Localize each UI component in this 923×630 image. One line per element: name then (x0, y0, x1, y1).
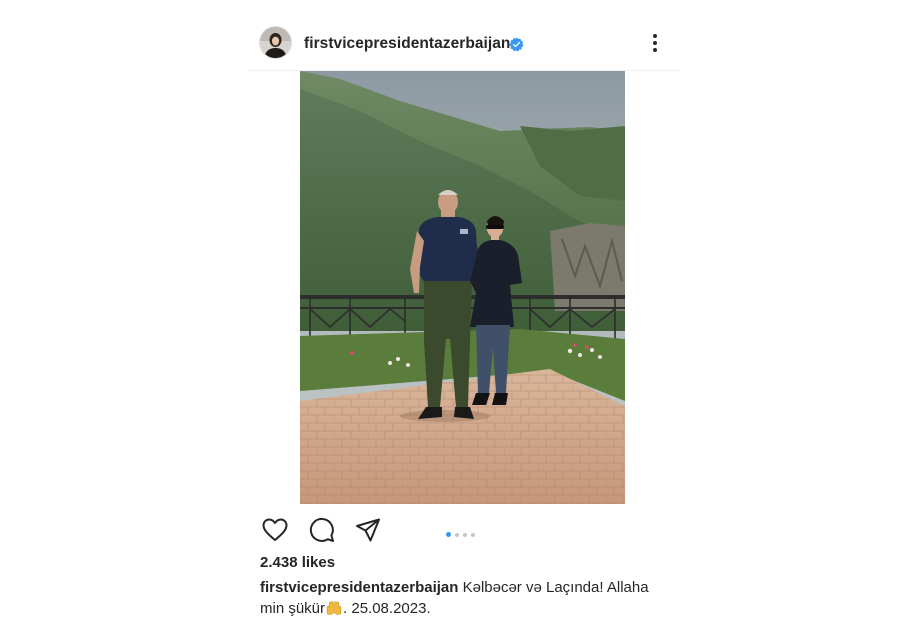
verified-badge-icon (509, 37, 524, 52)
post-photo[interactable] (300, 71, 625, 504)
post-header: firstvicepresidentazerbaijan (247, 14, 679, 71)
heart-icon[interactable] (261, 516, 289, 544)
likes-count[interactable]: 2.438 likes (260, 554, 335, 571)
more-options-icon[interactable] (645, 32, 665, 54)
post-caption: firstvicepresidentazerbaijan Kəlbəcər və… (260, 577, 670, 619)
carousel-dot-active (446, 532, 451, 538)
comment-icon[interactable] (308, 516, 336, 544)
post-username[interactable]: firstvicepresidentazerbaijan (304, 35, 510, 53)
carousel-dot (463, 532, 467, 537)
carousel-dot (471, 532, 475, 537)
carousel-dot (455, 532, 459, 537)
raising-hands-emoji-icon (326, 601, 342, 615)
avatar[interactable] (260, 27, 291, 58)
caption-date: . 25.08.2023. (343, 600, 431, 617)
paper-plane-icon[interactable] (354, 516, 382, 544)
carousel-indicator (446, 526, 479, 538)
caption-username[interactable]: firstvicepresidentazerbaijan (260, 579, 458, 596)
instagram-post: firstvicepresidentazerbaijan 2.438 likes… (247, 14, 679, 626)
